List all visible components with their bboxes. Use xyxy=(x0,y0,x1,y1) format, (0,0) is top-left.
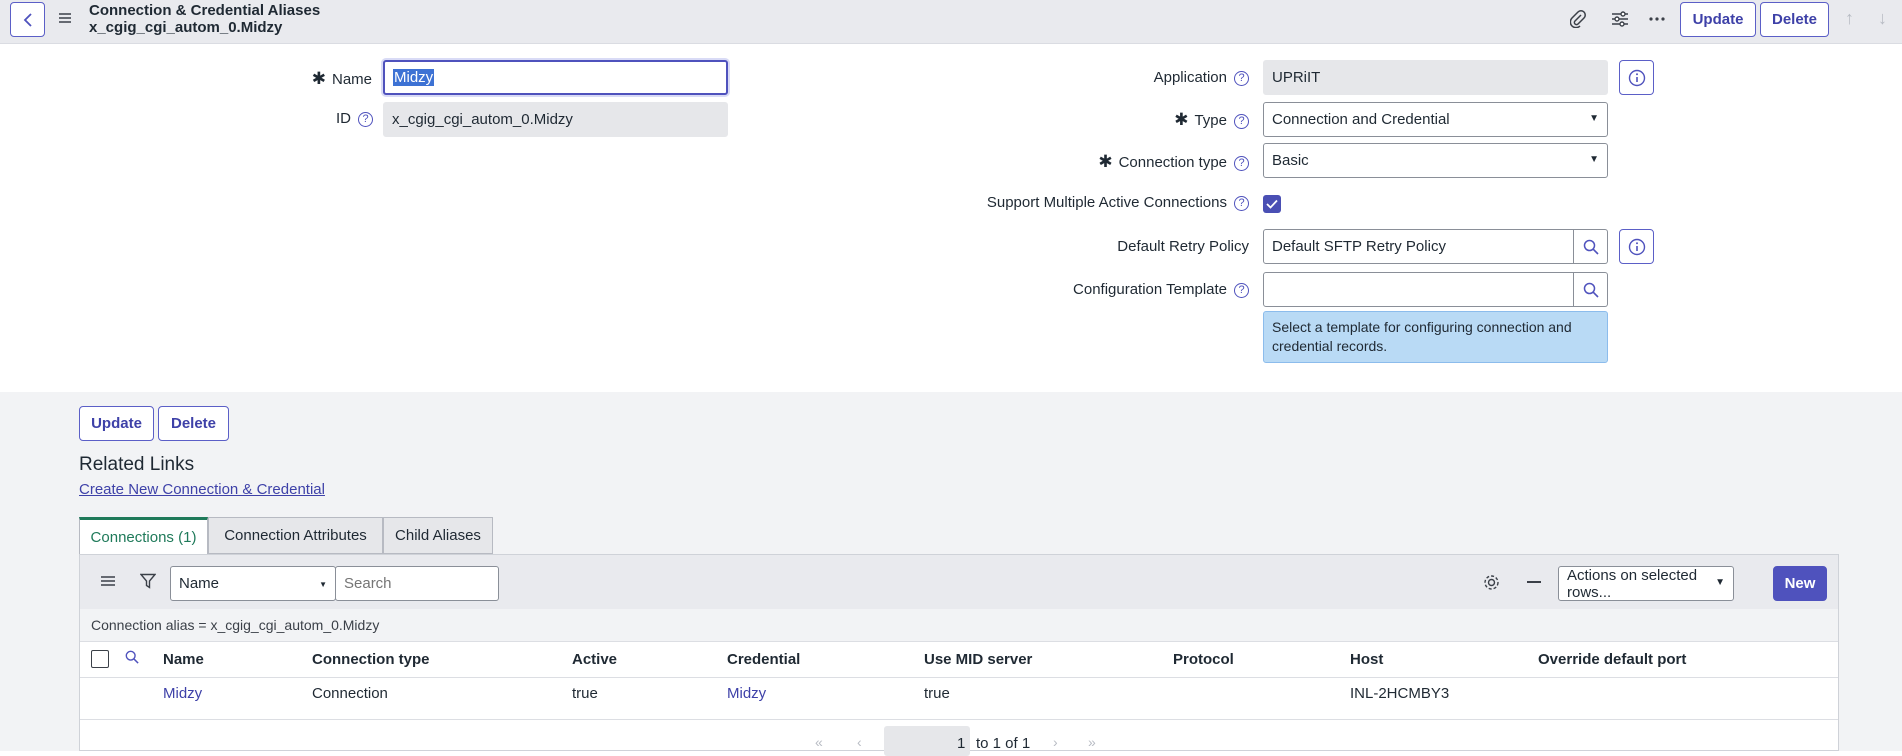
retry-policy-input[interactable]: Default SFTP Retry Policy xyxy=(1263,229,1574,264)
paperclip-icon[interactable] xyxy=(1566,7,1590,31)
related-links-title: Related Links xyxy=(79,454,195,475)
header-delete-button[interactable]: Delete xyxy=(1760,2,1829,37)
update-button[interactable]: Update xyxy=(79,406,154,441)
gear-icon[interactable] xyxy=(1483,574,1500,595)
row-credential-link[interactable]: Midzy xyxy=(727,685,766,702)
more-options-icon[interactable] xyxy=(1645,7,1669,31)
column-header-connection-type[interactable]: Connection type xyxy=(312,651,430,668)
connection-type-select[interactable]: Basic ▼ xyxy=(1263,143,1608,178)
back-button[interactable] xyxy=(10,2,45,37)
info-icon xyxy=(1628,69,1645,86)
connection-type-label: ✱ Connection type? xyxy=(1098,152,1249,172)
config-template-input[interactable] xyxy=(1263,272,1574,307)
application-info-button[interactable] xyxy=(1619,60,1654,95)
filter-icon[interactable] xyxy=(139,573,157,593)
help-icon[interactable]: ? xyxy=(1234,114,1249,129)
retry-policy-lookup-button[interactable] xyxy=(1574,229,1608,264)
help-icon[interactable]: ? xyxy=(358,112,373,127)
column-header-active[interactable]: Active xyxy=(572,651,617,668)
create-connection-link[interactable]: Create New Connection & Credential xyxy=(79,481,325,498)
application-label: Application? xyxy=(1154,69,1249,86)
form-body xyxy=(0,44,1902,392)
application-field: UPRiIT xyxy=(1263,60,1608,95)
search-field-select[interactable]: Name ▼ xyxy=(170,566,336,601)
support-multiple-checkbox[interactable] xyxy=(1263,195,1281,213)
help-icon[interactable]: ? xyxy=(1234,283,1249,298)
retry-policy-info-button[interactable] xyxy=(1619,229,1654,264)
row-use-mid-server: true xyxy=(924,685,950,702)
name-label: ✱ Name xyxy=(311,69,372,88)
filter-breadcrumb[interactable]: Connection alias = x_cgig_cgi_autom_0.Mi… xyxy=(91,617,379,633)
search-input[interactable] xyxy=(335,566,499,601)
type-label: ✱ Type? xyxy=(1174,110,1249,130)
new-button[interactable]: New xyxy=(1773,566,1827,601)
info-icon xyxy=(1628,238,1645,255)
next-page-icon[interactable]: › xyxy=(1053,734,1058,750)
page-title: Connection & Credential Aliases x_cgig_c… xyxy=(89,2,320,36)
row-name-link[interactable]: Midzy xyxy=(163,685,202,702)
pager-range: to 1 of 1 xyxy=(976,735,1031,752)
help-icon[interactable]: ? xyxy=(1234,156,1249,171)
id-field: x_cgig_cgi_autom_0.Midzy xyxy=(383,102,728,137)
config-template-label: Configuration Template? xyxy=(1073,281,1249,298)
column-header-host[interactable]: Host xyxy=(1350,651,1383,668)
actions-select[interactable]: Actions on selected rows... ▼ xyxy=(1558,566,1734,601)
header-update-button[interactable]: Update xyxy=(1680,2,1756,37)
tab-child-aliases[interactable]: Child Aliases xyxy=(383,517,493,554)
context-menu-icon[interactable] xyxy=(58,8,76,28)
column-header-override-default-port[interactable]: Override default port xyxy=(1538,651,1686,668)
name-input[interactable]: Midzy xyxy=(383,60,728,95)
tab-connections[interactable]: Connections (1) xyxy=(79,517,208,554)
last-page-icon[interactable]: » xyxy=(1088,734,1096,750)
column-header-credential[interactable]: Credential xyxy=(727,651,800,668)
type-select[interactable]: Connection and Credential ▼ xyxy=(1263,102,1608,137)
chevron-down-icon: ▼ xyxy=(1715,577,1725,588)
personalize-form-icon[interactable] xyxy=(1608,7,1632,31)
checkmark-icon xyxy=(1266,199,1278,209)
help-icon[interactable]: ? xyxy=(1234,71,1249,86)
retry-policy-label: Default Retry Policy xyxy=(1117,238,1249,255)
list-menu-icon[interactable] xyxy=(100,574,116,592)
collapse-icon[interactable] xyxy=(1527,581,1541,583)
row-host: INL-2HCMBY3 xyxy=(1350,685,1450,702)
row-connection-type: Connection xyxy=(312,685,388,702)
row-divider xyxy=(80,719,1838,720)
column-search-icon[interactable] xyxy=(125,650,139,668)
support-multiple-label: Support Multiple Active Connections? xyxy=(987,194,1249,211)
column-header-name[interactable]: Name xyxy=(163,651,204,668)
record-display-value: x_cgig_cgi_autom_0.Midzy xyxy=(89,19,283,36)
header-divider xyxy=(80,677,1838,678)
arrow-down-icon[interactable]: ↓ xyxy=(1878,8,1887,29)
column-header-protocol[interactable]: Protocol xyxy=(1173,651,1234,668)
chevron-down-icon: ▼ xyxy=(1589,154,1599,165)
help-icon[interactable]: ? xyxy=(1234,196,1249,211)
search-icon xyxy=(1583,239,1599,255)
required-marker-icon: ✱ xyxy=(1174,110,1189,129)
required-marker-icon: ✱ xyxy=(311,69,326,88)
delete-button[interactable]: Delete xyxy=(158,406,229,441)
record-table-title: Connection & Credential Aliases xyxy=(89,2,321,19)
config-template-hint: Select a template for configuring connec… xyxy=(1263,311,1608,363)
arrow-up-icon[interactable]: ↑ xyxy=(1845,8,1854,29)
chevron-down-icon: ▼ xyxy=(1589,113,1599,124)
select-all-checkbox[interactable] xyxy=(91,650,109,668)
previous-page-icon[interactable]: ‹ xyxy=(857,734,862,750)
column-header-use-mid-server[interactable]: Use MID server xyxy=(924,651,1032,668)
first-page-icon[interactable]: « xyxy=(815,734,823,750)
current-page: 1 xyxy=(957,735,966,752)
config-template-lookup-button[interactable] xyxy=(1574,272,1608,307)
row-active: true xyxy=(572,685,598,702)
id-label: ID? xyxy=(336,110,373,127)
tab-connection-attributes[interactable]: Connection Attributes xyxy=(208,517,383,554)
chevron-left-icon xyxy=(23,12,32,27)
form-header: Connection & Credential Aliases x_cgig_c… xyxy=(0,0,1902,44)
required-marker-icon: ✱ xyxy=(1098,152,1113,171)
caret-down-icon: ▼ xyxy=(319,580,327,589)
search-icon xyxy=(1583,282,1599,298)
